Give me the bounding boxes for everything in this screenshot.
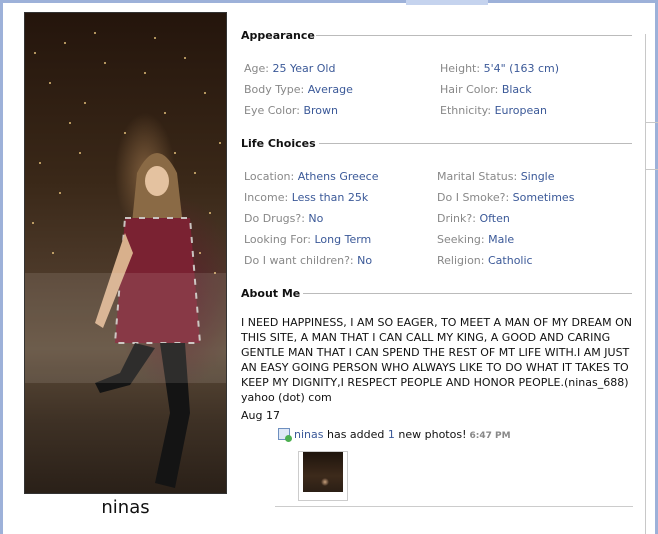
drugs-label: Do Drugs?: xyxy=(244,212,305,225)
profile-photo[interactable] xyxy=(24,12,227,494)
eye-color-field: Eye Color: Brown xyxy=(244,104,338,117)
location-value[interactable]: Athens Greece xyxy=(298,170,379,183)
height-value[interactable]: 5'4" (163 cm) xyxy=(484,62,559,75)
profile-username: ninas xyxy=(101,497,150,518)
eye-color-value[interactable]: Brown xyxy=(303,104,338,117)
activity-photo-count-link[interactable]: 1 xyxy=(388,428,395,441)
body-type-field: Body Type: Average xyxy=(244,83,353,96)
activity-text: has added xyxy=(326,428,385,441)
drink-field: Drink?: Often xyxy=(437,212,510,225)
photo-thumbnail[interactable] xyxy=(298,451,348,501)
top-tab-indicator xyxy=(406,0,488,5)
drugs-value[interactable]: No xyxy=(308,212,323,225)
looking-for-value[interactable]: Long Term xyxy=(314,233,371,246)
drink-label: Drink?: xyxy=(437,212,476,225)
seeking-field: Seeking: Male xyxy=(437,233,514,246)
hair-color-value[interactable]: Black xyxy=(502,83,532,96)
looking-for-label: Looking For: xyxy=(244,233,311,246)
about-me-heading: About Me xyxy=(241,287,301,300)
activity-time: 6:47 PM xyxy=(469,431,511,441)
seeking-label: Seeking: xyxy=(437,233,485,246)
ethnicity-value[interactable]: European xyxy=(495,104,547,117)
smoke-field: Do I Smoke?: Sometimes xyxy=(437,191,574,204)
ethnicity-label: Ethnicity: xyxy=(440,104,492,117)
activity-date: Aug 17 xyxy=(241,409,280,422)
eye-color-label: Eye Color: xyxy=(244,104,300,117)
drugs-field: Do Drugs?: No xyxy=(244,212,323,225)
side-panel-divider xyxy=(646,169,658,170)
drink-value[interactable]: Often xyxy=(479,212,509,225)
marital-status-field: Marital Status: Single xyxy=(437,170,555,183)
ethnicity-field: Ethnicity: European xyxy=(440,104,547,117)
smoke-label: Do I Smoke?: xyxy=(437,191,510,204)
profile-photo-image xyxy=(25,32,226,488)
age-label: Age: xyxy=(244,62,269,75)
religion-field: Religion: Catholic xyxy=(437,254,533,267)
height-label: Height: xyxy=(440,62,481,75)
life-choices-divider xyxy=(319,143,632,144)
life-choices-heading: Life Choices xyxy=(241,137,316,150)
height-field: Height: 5'4" (163 cm) xyxy=(440,62,559,75)
about-me-text: I NEED HAPPINESS, I AM SO EAGER, TO MEET… xyxy=(241,316,632,404)
looking-for-field: Looking For: Long Term xyxy=(244,233,371,246)
marital-status-value[interactable]: Single xyxy=(521,170,555,183)
children-label: Do I want children?: xyxy=(244,254,354,267)
body-type-value[interactable]: Average xyxy=(308,83,353,96)
income-label: Income: xyxy=(244,191,289,204)
religion-value[interactable]: Catholic xyxy=(488,254,533,267)
children-value[interactable]: No xyxy=(357,254,372,267)
left-border xyxy=(0,3,3,534)
age-value[interactable]: 25 Year Old xyxy=(272,62,335,75)
children-field: Do I want children?: No xyxy=(244,254,372,267)
body-type-label: Body Type: xyxy=(244,83,305,96)
income-field: Income: Less than 25k xyxy=(244,191,368,204)
appearance-heading: Appearance xyxy=(241,29,315,42)
photo-added-icon xyxy=(278,428,292,442)
hair-color-field: Hair Color: Black xyxy=(440,83,532,96)
activity-item: ninas has added 1 new photos! 6:47 PM xyxy=(278,428,511,442)
activity-divider xyxy=(275,506,633,507)
smoke-value[interactable]: Sometimes xyxy=(513,191,575,204)
top-border xyxy=(0,0,658,3)
appearance-divider xyxy=(316,35,632,36)
religion-label: Religion: xyxy=(437,254,485,267)
location-label: Location: xyxy=(244,170,295,183)
side-panel-edge xyxy=(645,34,658,534)
location-field: Location: Athens Greece xyxy=(244,170,378,183)
hair-color-label: Hair Color: xyxy=(440,83,499,96)
seeking-value[interactable]: Male xyxy=(488,233,514,246)
activity-user-link[interactable]: ninas xyxy=(294,428,323,441)
about-me-divider xyxy=(303,293,632,294)
side-panel-divider xyxy=(646,122,658,123)
income-value[interactable]: Less than 25k xyxy=(292,191,369,204)
age-field: Age: 25 Year Old xyxy=(244,62,335,75)
photo-thumbnail-image xyxy=(303,452,343,492)
activity-text-2: new photos! xyxy=(398,428,467,441)
marital-status-label: Marital Status: xyxy=(437,170,518,183)
